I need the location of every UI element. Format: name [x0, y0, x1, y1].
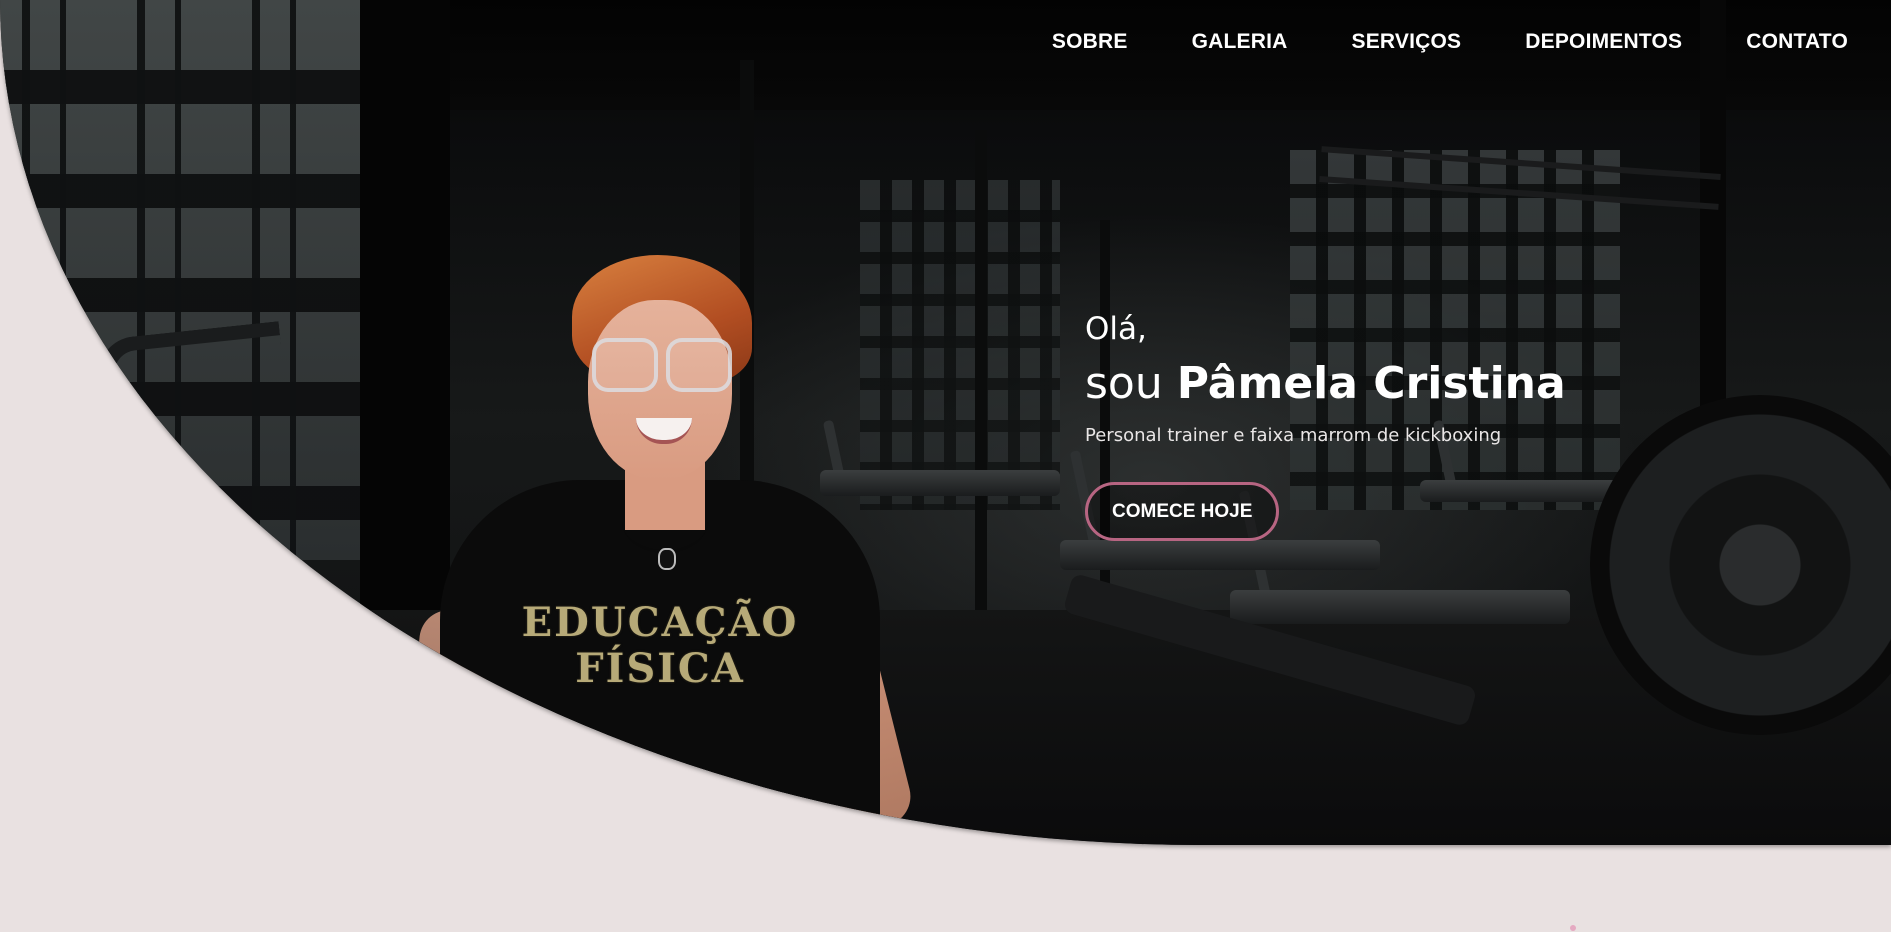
nav-link-galeria[interactable]: GALERIA [1192, 30, 1288, 54]
hero-title-prefix: sou [1085, 358, 1163, 409]
decorative-dot [1570, 925, 1576, 931]
ceiling-beam [450, 0, 1891, 110]
hero-subtitle: Personal trainer e faixa marrom de kickb… [1085, 425, 1502, 446]
hero-title: sou Pâmela Cristina [1085, 356, 1566, 412]
hero-section: EDUCAÇÃO FÍSICA SOBRE GALERIA SERVIÇOS D… [0, 0, 1891, 845]
shirt-print-line: FÍSICA [575, 645, 745, 692]
elliptical-machine [93, 321, 313, 663]
necklace [622, 490, 708, 553]
shirt-print-line: EDUCAÇÃO [521, 599, 799, 646]
necklace-pendant [658, 548, 676, 570]
main-nav: SOBRE GALERIA SERVIÇOS DEPOIMENTOS CONTA… [1052, 30, 1848, 54]
trainer-photo: EDUCAÇÃO FÍSICA [397, 250, 917, 845]
glasses-lens [666, 338, 732, 392]
nav-link-sobre[interactable]: SOBRE [1052, 30, 1128, 54]
treadmill [1230, 590, 1570, 624]
treadmill [1060, 540, 1380, 570]
shirt-print: EDUCAÇÃO FÍSICA [510, 600, 810, 692]
hero-text: Olá, sou Pâmela Cristina Personal traine… [1085, 310, 1566, 541]
nav-link-servicos[interactable]: SERVIÇOS [1352, 30, 1462, 54]
nav-link-depoimentos[interactable]: DEPOIMENTOS [1525, 30, 1682, 54]
nav-link-contato[interactable]: CONTATO [1746, 30, 1848, 54]
glasses-lens [592, 338, 658, 392]
hero-name: Pâmela Cristina [1176, 358, 1566, 409]
glasses [592, 338, 732, 392]
window-column [975, 130, 987, 610]
hero-greeting: Olá, [1085, 311, 1147, 347]
cta-button[interactable]: COMECE HOJE [1085, 482, 1280, 541]
